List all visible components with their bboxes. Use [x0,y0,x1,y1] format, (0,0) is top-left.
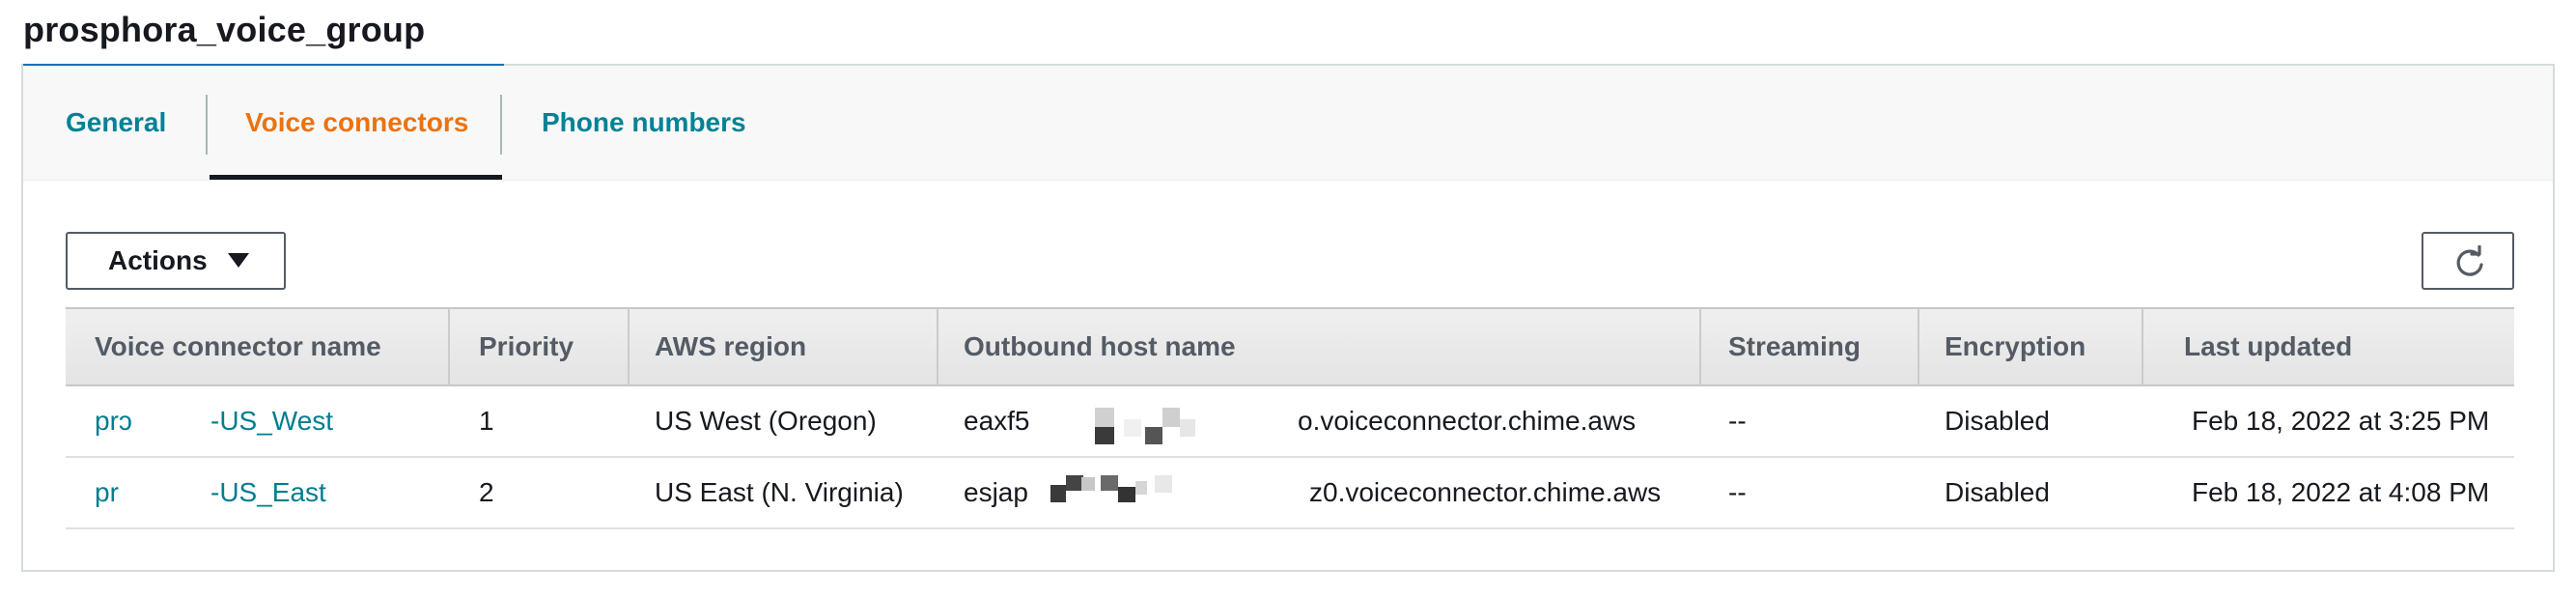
tab-bar: General Voice connectors Phone numbers [23,66,2553,181]
refresh-button[interactable] [2422,232,2514,290]
encryption-cell: Disabled [1945,477,2050,507]
host-cell-prefix: eaxf5 [964,406,1030,436]
actions-button[interactable]: Actions [66,232,286,290]
host-cell-prefix: esjap [964,477,1028,507]
encryption-cell: Disabled [1945,406,2050,436]
refresh-icon [2456,245,2483,276]
tab-phone-numbers[interactable]: Phone numbers [542,66,746,180]
host-cell-suffix: o.voiceconnector.chime.aws [1298,406,1637,436]
table-header: Voice connector name Priority AWS region… [66,307,2514,386]
priority-cell: 2 [479,477,494,507]
column-separator [2142,309,2143,386]
column-header-streaming[interactable]: Streaming [1728,309,1861,384]
column-separator [1699,309,1701,386]
connector-name-prefix: pr [95,477,119,507]
last-updated-cell: Feb 18, 2022 at 4:08 PM [2192,477,2490,507]
column-header-encryption[interactable]: Encryption [1945,309,2086,384]
tab-separator [500,95,502,155]
page-title: prosphora_voice_group [23,10,426,49]
table-row: prɔ -US_West 1 US West (Oregon) eaxf5 o.… [66,386,2514,458]
region-cell: US West (Oregon) [655,406,877,436]
connector-name-link[interactable]: pr -US_East [95,458,326,527]
region-cell: US East (N. Virginia) [655,477,904,507]
column-separator [448,309,450,386]
streaming-cell: -- [1728,406,1747,436]
active-tab-indicator [210,175,502,180]
column-header-region[interactable]: AWS region [655,309,806,384]
voice-group-panel: General Voice connectors Phone numbers A… [21,64,2555,572]
column-header-name[interactable]: Voice connector name [95,309,381,384]
host-cell-suffix: z0.voiceconnector.chime.aws [1309,477,1662,507]
priority-cell: 1 [479,406,494,436]
streaming-cell: -- [1728,477,1747,507]
table-row: pr -US_East 2 US East (N. Virginia) esja… [66,458,2514,529]
column-header-priority[interactable]: Priority [479,309,574,384]
tab-general[interactable]: General [66,66,166,180]
actions-button-label: Actions [108,245,208,275]
connector-name-suffix: -US_East [210,477,326,507]
column-header-host[interactable]: Outbound host name [964,309,1236,384]
column-separator [937,309,938,386]
caret-down-icon [228,253,249,268]
last-updated-cell: Feb 18, 2022 at 3:25 PM [2192,406,2490,436]
connector-name-prefix: prɔ [95,406,132,436]
connector-name-link[interactable]: prɔ -US_West [95,386,333,456]
column-header-last-updated[interactable]: Last updated [2184,309,2352,384]
tab-separator [206,95,208,155]
connector-name-suffix: -US_West [210,406,334,436]
column-separator [1918,309,1919,386]
tab-voice-connectors[interactable]: Voice connectors [245,66,468,180]
column-separator [628,309,630,386]
